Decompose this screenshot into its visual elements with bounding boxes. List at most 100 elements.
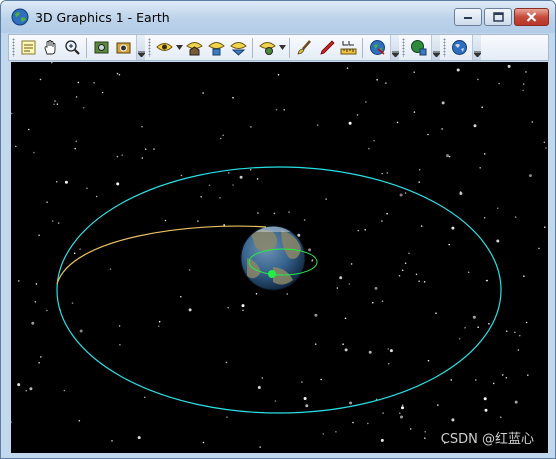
star	[335, 431, 337, 433]
star	[413, 71, 416, 73]
star	[386, 172, 389, 174]
star	[119, 343, 121, 346]
view-settings-button[interactable]	[257, 38, 277, 58]
close-button[interactable]	[514, 8, 549, 26]
pan-button[interactable]	[40, 38, 60, 58]
star	[381, 172, 384, 175]
star	[311, 259, 314, 261]
maximize-button[interactable]	[484, 8, 512, 26]
maximize-icon	[492, 12, 504, 22]
toolbar-overflow-button[interactable]	[390, 35, 399, 60]
star	[401, 406, 404, 410]
view-from-button[interactable]	[154, 38, 174, 58]
toolbar-grip[interactable]	[12, 38, 15, 57]
star	[424, 437, 426, 440]
star	[349, 401, 353, 405]
star	[368, 350, 372, 354]
star	[396, 121, 399, 124]
star	[424, 431, 427, 433]
camera-icon	[116, 42, 130, 54]
scene-canvas[interactable]	[11, 62, 548, 453]
star	[437, 404, 439, 406]
star	[118, 73, 121, 76]
pen-button[interactable]	[316, 38, 336, 58]
toolbar-grip[interactable]	[443, 38, 446, 57]
star	[464, 327, 466, 329]
star	[492, 382, 495, 385]
star	[479, 167, 482, 169]
chevron-down-icon	[432, 51, 440, 57]
star	[232, 96, 234, 99]
earth-globe[interactable]	[239, 222, 309, 291]
toolbar-overflow-button[interactable]	[136, 35, 145, 60]
minimize-icon	[464, 17, 472, 19]
star	[38, 362, 40, 364]
star	[121, 154, 123, 156]
view-object-button[interactable]	[206, 38, 226, 58]
star	[322, 433, 325, 435]
star	[477, 78, 479, 81]
star	[401, 269, 404, 272]
star	[352, 421, 354, 424]
view-settings-dropdown[interactable]	[278, 38, 286, 58]
star	[25, 389, 27, 392]
star	[528, 174, 532, 178]
star	[448, 243, 451, 246]
measure-button[interactable]	[338, 38, 358, 58]
star	[71, 302, 74, 304]
toolbar-grip[interactable]	[148, 38, 151, 57]
brush-button[interactable]	[294, 38, 314, 58]
star	[29, 387, 33, 391]
zoom-icon	[64, 40, 80, 55]
chevron-down-icon	[278, 45, 286, 50]
minimize-button[interactable]	[454, 8, 482, 26]
star	[527, 374, 529, 377]
star	[420, 225, 423, 227]
star	[118, 325, 121, 327]
star	[399, 412, 401, 415]
toolbar-overflow-button[interactable]	[431, 35, 440, 60]
camera-button[interactable]	[113, 38, 133, 58]
star	[320, 378, 322, 381]
home-view-button[interactable]	[184, 38, 204, 58]
star	[409, 428, 412, 430]
3d-viewport[interactable]: CSDN @红蓝心	[11, 62, 548, 453]
star	[441, 128, 443, 130]
globe-select-button[interactable]	[367, 38, 387, 58]
star	[288, 211, 290, 213]
star	[303, 397, 307, 400]
star	[274, 400, 277, 402]
star	[53, 103, 55, 106]
title-bar[interactable]: 3D Graphics 1 - Earth	[1, 1, 555, 33]
star	[357, 229, 360, 232]
star	[241, 304, 245, 308]
toolbar-grip[interactable]	[402, 38, 405, 57]
star	[367, 422, 369, 425]
view-from-icon	[155, 43, 173, 51]
view-from-dropdown[interactable]	[175, 38, 183, 58]
satellite-orbit	[56, 166, 502, 414]
star	[63, 389, 66, 392]
star	[336, 287, 339, 289]
map-snapshot-button[interactable]	[91, 38, 111, 58]
properties-button[interactable]	[18, 38, 38, 58]
star	[242, 309, 244, 312]
star	[75, 96, 78, 98]
globe-manager-button[interactable]	[408, 38, 428, 58]
star	[413, 111, 416, 113]
earth-view-button[interactable]	[449, 38, 469, 58]
star	[346, 67, 349, 69]
star	[232, 184, 234, 186]
chevron-down-icon	[473, 51, 481, 57]
toolbar-overflow-button[interactable]	[472, 35, 481, 60]
star	[101, 91, 104, 94]
zoom-button[interactable]	[62, 38, 82, 58]
star	[473, 124, 477, 128]
star	[286, 293, 289, 295]
star	[472, 315, 476, 319]
star	[451, 418, 455, 422]
orbit-view-button[interactable]	[228, 38, 248, 58]
star	[77, 81, 80, 84]
satellite-marker[interactable]	[268, 270, 276, 278]
star	[538, 247, 540, 250]
